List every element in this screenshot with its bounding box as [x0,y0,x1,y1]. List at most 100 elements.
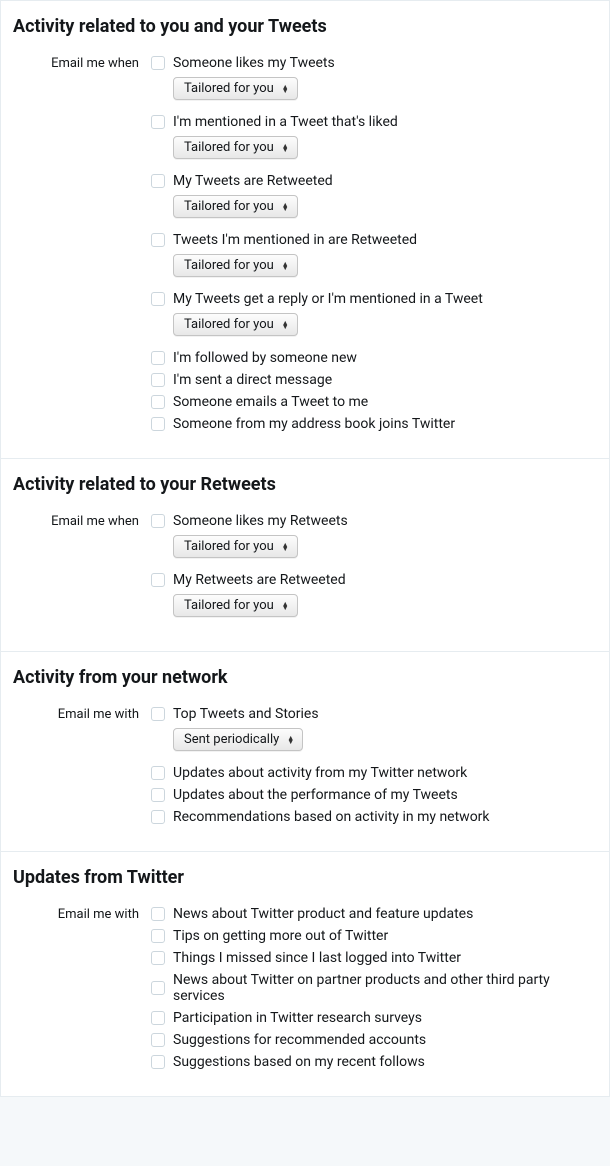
option-label: News about Twitter on partner products a… [173,972,597,1004]
option-item: Recommendations based on activity in my … [151,809,597,825]
checkbox[interactable] [151,929,165,943]
option-item: News about Twitter product and feature u… [151,906,597,922]
checkbox-line: My Retweets are Retweeted [151,572,597,588]
options-column: Someone likes my Tweets Tailored for you ▲… [151,55,597,438]
frequency-dropdown[interactable]: Tailored for you ▲▼ [173,136,298,159]
checkbox[interactable] [151,981,165,995]
checkbox-line: Participation in Twitter research survey… [151,1010,597,1026]
section-title: Activity from your network [13,667,597,688]
option-item: Someone likes my Retweets Tailored for yo… [151,513,597,558]
option-item: Suggestions for recommended accounts [151,1032,597,1048]
checkbox-line: Updates about the performance of my Twee… [151,787,597,803]
checkbox[interactable] [151,810,165,824]
settings-section: Activity related to you and your Tweets E… [0,0,610,459]
option-label: I'm mentioned in a Tweet that's liked [173,114,398,130]
settings-section: Activity related to your RetweetsEmail m… [0,459,610,652]
dropdown-value: Tailored for you [184,199,274,214]
checkbox[interactable] [151,1011,165,1025]
checkbox[interactable] [151,56,165,70]
frequency-dropdown[interactable]: Tailored for you ▲▼ [173,313,298,336]
checkbox-line: Suggestions for recommended accounts [151,1032,597,1048]
options-column: Someone likes my Retweets Tailored for yo… [151,513,597,631]
dropdown-value: Tailored for you [184,539,274,554]
updown-arrows-icon: ▲▼ [282,144,289,152]
dropdown-value: Tailored for you [184,140,274,155]
option-item: Someone likes my Tweets Tailored for you▲… [151,55,597,100]
frequency-dropdown[interactable]: Tailored for you ▲▼ [173,535,298,558]
frequency-dropdown[interactable]: Tailored for you ▲▼ [173,254,298,277]
checkbox-line: Updates about activity from my Twitter n… [151,765,597,781]
frequency-dropdown[interactable]: Tailored for you▲▼ [173,77,298,100]
updown-arrows-icon: ▲▼ [282,543,289,551]
checkbox[interactable] [151,292,165,306]
options-column: Top Tweets and Stories Sent periodically ▲… [151,706,597,831]
option-label: Someone likes my Retweets [173,513,348,529]
option-item: Tweets I'm mentioned in are Retweeted Tai… [151,232,597,277]
checkbox[interactable] [151,573,165,587]
frequency-dropdown[interactable]: Tailored for you ▲▼ [173,195,298,218]
updown-arrows-icon: ▲▼ [282,85,289,93]
section-title: Activity related to you and your Tweets [13,16,597,37]
option-label: Top Tweets and Stories [173,706,319,722]
row-label: Email me with [13,706,151,722]
updown-arrows-icon: ▲▼ [282,321,289,329]
option-item: I'm mentioned in a Tweet that's liked Tai… [151,114,597,159]
option-label: Someone emails a Tweet to me [173,394,368,410]
checkbox[interactable] [151,174,165,188]
option-label: Participation in Twitter research survey… [173,1010,422,1026]
frequency-dropdown[interactable]: Tailored for you ▲▼ [173,594,298,617]
dropdown-value: Sent periodically [184,732,279,747]
checkbox[interactable] [151,417,165,431]
settings-section: Updates from TwitterEmail me withNews ab… [0,852,610,1097]
option-item: News about Twitter on partner products a… [151,972,597,1004]
frequency-dropdown[interactable]: Sent periodically ▲▼ [173,728,303,751]
checkbox-line: Someone emails a Tweet to me [151,394,597,410]
checkbox[interactable] [151,907,165,921]
checkbox[interactable] [151,351,165,365]
option-item: Someone from my address book joins Twitt… [151,416,597,432]
option-label: Tweets I'm mentioned in are Retweeted [173,232,417,248]
row-label: Email me with [13,906,151,922]
checkbox-line: Someone from my address book joins Twitt… [151,416,597,432]
checkbox-line: I'm followed by someone new [151,350,597,366]
checkbox[interactable] [151,233,165,247]
updown-arrows-icon: ▲▼ [282,602,289,610]
checkbox-line: My Tweets get a reply or I'm mentioned i… [151,291,597,307]
checkbox[interactable] [151,115,165,129]
checkbox[interactable] [151,951,165,965]
option-label: Recommendations based on activity in my … [173,809,490,825]
checkbox[interactable] [151,788,165,802]
checkbox-line: Recommendations based on activity in my … [151,809,597,825]
checkbox-line: Someone likes my Tweets [151,55,597,71]
option-label: I'm followed by someone new [173,350,357,366]
updown-arrows-icon: ▲▼ [287,736,294,744]
settings-row: Email me when Someone likes my Retweets Ta… [13,513,597,631]
checkbox[interactable] [151,514,165,528]
checkbox[interactable] [151,373,165,387]
option-item: I'm sent a direct message [151,372,597,388]
settings-row: Email me whenSomeone likes my TweetsTail… [13,55,597,438]
checkbox-line: News about Twitter product and feature u… [151,906,597,922]
option-label: Things I missed since I last logged into… [173,950,461,966]
checkbox[interactable] [151,395,165,409]
checkbox-line: Top Tweets and Stories [151,706,597,722]
option-item: Someone emails a Tweet to me [151,394,597,410]
checkbox-line: Tweets I'm mentioned in are Retweeted [151,232,597,248]
checkbox-line: I'm sent a direct message [151,372,597,388]
checkbox[interactable] [151,707,165,721]
option-label: Updates about activity from my Twitter n… [173,765,467,781]
dropdown-value: Tailored for you [184,317,274,332]
updown-arrows-icon: ▲▼ [282,262,289,270]
row-label: Email me when [13,513,151,529]
checkbox[interactable] [151,766,165,780]
dropdown-value: Tailored for you [184,598,274,613]
option-label: Suggestions for recommended accounts [173,1032,426,1048]
updown-arrows-icon: ▲▼ [282,203,289,211]
option-item: My Tweets are Retweeted Tailored for you ▲… [151,173,597,218]
checkbox[interactable] [151,1055,165,1069]
checkbox-line: Suggestions based on my recent follows [151,1054,597,1070]
checkbox[interactable] [151,1033,165,1047]
option-label: My Tweets are Retweeted [173,173,333,189]
dropdown-value: Tailored for you [184,258,274,273]
section-title: Updates from Twitter [13,867,597,888]
